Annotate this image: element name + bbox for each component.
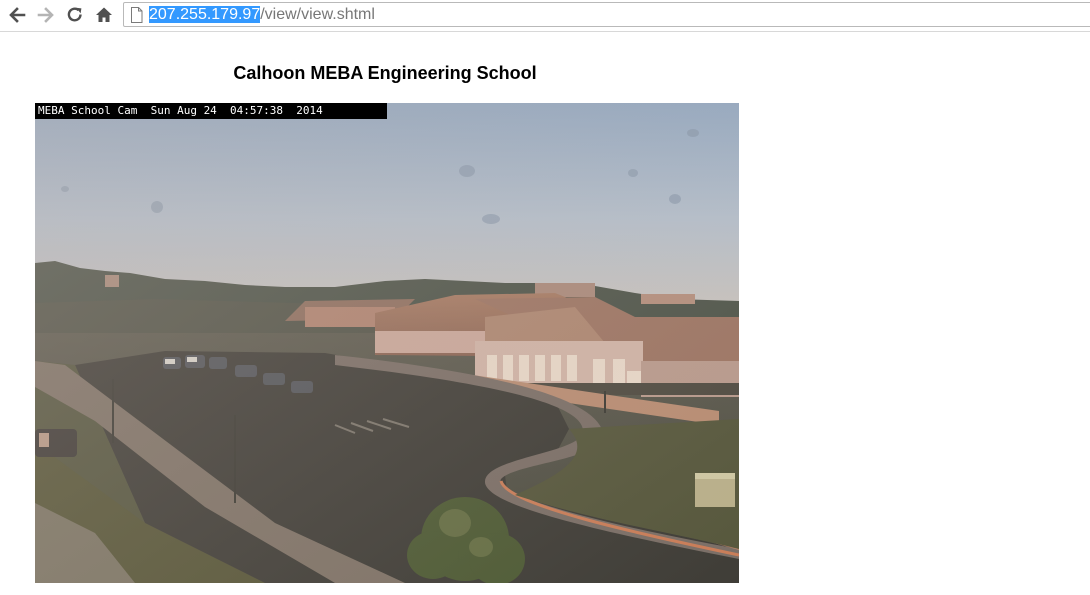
forward-arrow-icon (37, 6, 55, 24)
address-bar[interactable]: 207.255.179.97/view/view.shtml (123, 2, 1090, 27)
home-button[interactable] (93, 4, 115, 26)
webcam-image: MEBA School Cam Sun Aug 24 04:57:38 2014 (35, 103, 739, 583)
url-path: /view/view.shtml (260, 6, 375, 23)
page-document-icon (129, 7, 144, 23)
url-text[interactable]: 207.255.179.97/view/view.shtml (149, 5, 375, 25)
camera-timestamp-overlay: MEBA School Cam Sun Aug 24 04:57:38 2014 (35, 103, 387, 119)
forward-button[interactable] (35, 4, 57, 26)
home-icon (95, 6, 113, 24)
back-arrow-icon (8, 6, 26, 24)
page-title: Calhoon MEBA Engineering School (233, 63, 537, 83)
back-button[interactable] (6, 4, 28, 26)
reload-button[interactable] (64, 4, 86, 26)
reload-icon (66, 6, 84, 24)
webcam-scene (35, 103, 739, 583)
url-host: 207.255.179.97 (149, 6, 261, 23)
browser-toolbar: 207.255.179.97/view/view.shtml (0, 0, 1090, 32)
